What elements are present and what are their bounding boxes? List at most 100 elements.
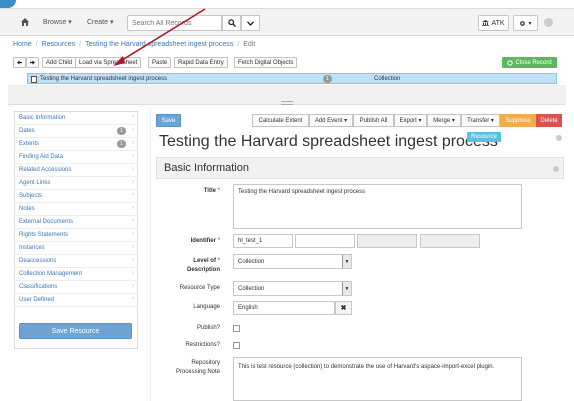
sidebar-item-classifications[interactable]: Classifications ›: [15, 281, 137, 294]
sidebar-item-label: Classifications: [19, 284, 58, 290]
delete-button[interactable]: Delete: [536, 114, 562, 127]
resource-type-label: Resource Type: [179, 285, 220, 291]
chevron-down-icon: ▼: [342, 255, 351, 268]
load-spreadsheet-button[interactable]: Load via Spreadsheet: [75, 57, 142, 68]
gear-icon: [520, 20, 526, 26]
sidebar-item-label: Extents: [19, 141, 40, 147]
sidebar-item-label: Dates: [19, 128, 35, 134]
sidebar-item-label: Rights Statements: [19, 232, 69, 238]
sidebar-item-label: Agent Links: [19, 180, 51, 186]
repository-button[interactable]: ATK: [478, 15, 509, 31]
sidebar-item-label: Finding Aid Data: [19, 154, 64, 160]
settings-button[interactable]: ▾: [513, 15, 538, 31]
merge-button[interactable]: Merge ▾: [427, 114, 461, 127]
close-record-button[interactable]: Close Record: [502, 57, 557, 68]
chevron-right-icon: ›: [132, 296, 134, 302]
chevron-right-icon: ›: [132, 166, 134, 172]
clear-icon[interactable]: ✖: [335, 301, 352, 315]
calculate-extent-button[interactable]: Calculate Extent: [252, 114, 309, 127]
search-button[interactable]: [222, 15, 241, 31]
chevron-down-icon: ▼: [342, 282, 351, 295]
chevron-right-icon: ›: [132, 153, 134, 159]
fetch-digital-objects-button[interactable]: Fetch Digital Objects: [234, 57, 298, 68]
bank-icon: [482, 20, 490, 26]
page-title: Testing the Harvard spreadsheet ingest p…: [159, 133, 498, 150]
home-icon[interactable]: [20, 17, 30, 27]
restrictions-label: Restrictions?: [185, 342, 220, 348]
title-field[interactable]: Testing the Harvard spreadsheet ingest p…: [233, 184, 522, 229]
save-resource-button[interactable]: Save Resource: [19, 323, 132, 339]
chevron-right-icon: ›: [132, 231, 134, 237]
resource-type-select[interactable]: Collection ▼: [233, 281, 352, 296]
publish-label: Publish?: [196, 325, 220, 331]
language-field[interactable]: English: [233, 301, 335, 315]
tree-node-title: Testing the Harvard spreadsheet ingest p…: [40, 76, 168, 82]
paste-button[interactable]: Paste: [148, 57, 172, 68]
browse-menu[interactable]: Browse ▾: [43, 18, 72, 26]
sidebar-item-extents[interactable]: Extents 1 ›: [15, 138, 137, 151]
suppress-button[interactable]: Suppress: [500, 114, 536, 127]
tree-node-level: Collection: [374, 76, 401, 82]
sidebar-item-instances[interactable]: Instances ›: [15, 242, 137, 255]
divider: [150, 108, 151, 401]
sidebar-item-dates[interactable]: Dates 1 ›: [15, 125, 137, 138]
level-of-description-select[interactable]: Collection ▼: [233, 254, 352, 269]
publish-all-button[interactable]: Publish All: [353, 114, 394, 127]
move-left-button[interactable]: [13, 57, 26, 68]
help-icon[interactable]: [556, 135, 562, 141]
tree-node-root[interactable]: Testing the Harvard spreadsheet ingest p…: [27, 73, 557, 84]
resize-handle[interactable]: [281, 101, 293, 105]
breadcrumb-resources[interactable]: Resources: [42, 41, 75, 48]
publish-checkbox[interactable]: [233, 325, 240, 332]
chevron-right-icon: ›: [132, 127, 134, 133]
add-child-button[interactable]: Add Child: [42, 57, 77, 68]
sidebar-item-label: Collection Management: [19, 271, 83, 277]
sidebar-item-agent-links[interactable]: Agent Links ›: [15, 177, 137, 190]
chevron-right-icon: ›: [132, 257, 134, 263]
app-logo[interactable]: [0, 0, 16, 8]
sidebar-item-notes[interactable]: Notes ›: [15, 203, 137, 216]
caret-icon: ▾: [528, 20, 532, 27]
sidebar-item-rights-statements[interactable]: Rights Statements ›: [15, 229, 137, 242]
search-options-button[interactable]: [241, 15, 260, 31]
add-event-button[interactable]: Add Event ▾: [309, 114, 353, 127]
repository-processing-note-field[interactable]: This is test resource (collection) to de…: [233, 357, 522, 401]
breadcrumb-record[interactable]: Testing the Harvard spreadsheet ingest p…: [85, 41, 233, 48]
sidebar-item-user-defined[interactable]: User Defined ›: [15, 294, 137, 307]
chevron-right-icon: ›: [132, 140, 134, 146]
rapid-data-entry-button[interactable]: Rapid Data Entry: [174, 57, 228, 68]
help-icon[interactable]: [553, 166, 559, 172]
sidebar-item-finding-aid-data[interactable]: Finding Aid Data ›: [15, 151, 137, 164]
chevron-right-icon: ›: [132, 205, 134, 211]
create-menu[interactable]: Create ▾: [87, 18, 113, 26]
chevron-right-icon: ›: [132, 270, 134, 276]
move-right-button[interactable]: [26, 57, 39, 68]
search-input[interactable]: [127, 15, 222, 31]
transfer-button[interactable]: Transfer ▾: [461, 114, 500, 127]
sidebar-item-deaccessions[interactable]: Deaccessions ›: [15, 255, 137, 268]
sidebar-item-basic-information[interactable]: Basic Information ›: [15, 112, 137, 125]
sidebar-item-label: Instances: [19, 245, 45, 251]
help-icon[interactable]: [544, 18, 553, 27]
identifier-field-1[interactable]: hl_test_1: [233, 234, 293, 248]
sidebar-item-collection-management[interactable]: Collection Management ›: [15, 268, 137, 281]
sidebar-item-related-accessions[interactable]: Related Accessions ›: [15, 164, 137, 177]
count-badge: 1: [117, 140, 126, 148]
identifier-field-2[interactable]: [295, 234, 355, 248]
export-button[interactable]: Export ▾: [394, 114, 427, 127]
sidebar-item-label: Notes: [19, 206, 35, 212]
navbar: Browse ▾ Create ▾ ATK ▾: [0, 9, 574, 36]
sidebar: Basic Information › Dates 1 › Extents 1 › Fin…: [14, 111, 138, 349]
breadcrumb-home[interactable]: Home: [13, 41, 32, 48]
sidebar-item-label: Deaccessions: [19, 258, 57, 264]
arrow-left-icon: [17, 60, 22, 65]
sidebar-item-subjects[interactable]: Subjects ›: [15, 190, 137, 203]
chevron-down-icon: [247, 20, 254, 26]
save-button[interactable]: Save: [156, 114, 181, 127]
repository-label: ATK: [491, 19, 505, 27]
breadcrumb-current: Edit: [243, 41, 256, 48]
restrictions-checkbox[interactable]: [233, 342, 240, 349]
record-type-badge: Resource: [467, 132, 501, 142]
sidebar-item-external-documents[interactable]: External Documents ›: [15, 216, 137, 229]
sidebar-item-label: Basic Information: [19, 115, 66, 121]
